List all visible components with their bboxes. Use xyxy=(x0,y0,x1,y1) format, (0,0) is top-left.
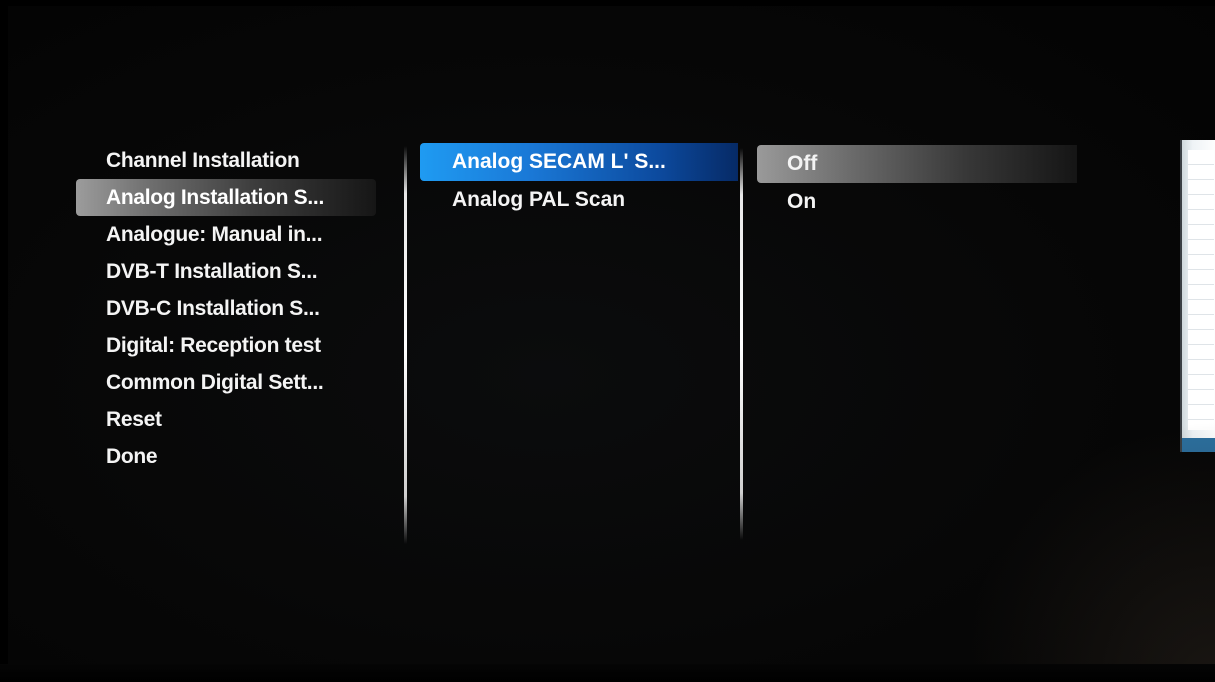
menu-level2: Analog SECAM L' S... Analog PAL Scan xyxy=(420,143,738,219)
menu-item-analogue-manual-installation[interactable]: Analogue: Manual in... xyxy=(76,216,376,253)
bezel-top xyxy=(0,0,1215,6)
room-reflection xyxy=(960,420,1215,682)
menu-item-common-digital-settings[interactable]: Common Digital Sett... xyxy=(76,364,376,401)
menu-item-reset[interactable]: Reset xyxy=(76,401,376,438)
column-divider-2 xyxy=(740,148,743,540)
menu-item-digital-reception-test[interactable]: Digital: Reception test xyxy=(76,327,376,364)
bezel-bottom xyxy=(0,664,1215,682)
menu-level1: Channel Installation Analog Installation… xyxy=(76,142,376,475)
menu-item-done[interactable]: Done xyxy=(76,438,376,475)
tv-screen: Channel Installation Analog Installation… xyxy=(0,0,1215,682)
bezel-left xyxy=(0,0,8,682)
option-off[interactable]: Off xyxy=(757,145,1077,183)
background-monitor-edge xyxy=(1180,140,1215,452)
menu-item-analog-installation-settings[interactable]: Analog Installation S... xyxy=(76,179,376,216)
menu-item-channel-installation[interactable]: Channel Installation xyxy=(76,142,376,179)
menu-item-dvb-t-installation-settings[interactable]: DVB-T Installation S... xyxy=(76,253,376,290)
column-divider-1 xyxy=(404,146,407,544)
menu-item-dvb-c-installation-settings[interactable]: DVB-C Installation S... xyxy=(76,290,376,327)
background-monitor-content xyxy=(1188,150,1214,430)
menu-level3: Off On xyxy=(757,145,1077,221)
option-on[interactable]: On xyxy=(757,183,1077,221)
menu-item-analog-pal-scan[interactable]: Analog PAL Scan xyxy=(420,181,738,219)
menu-item-analog-secam-scan[interactable]: Analog SECAM L' S... xyxy=(420,143,738,181)
